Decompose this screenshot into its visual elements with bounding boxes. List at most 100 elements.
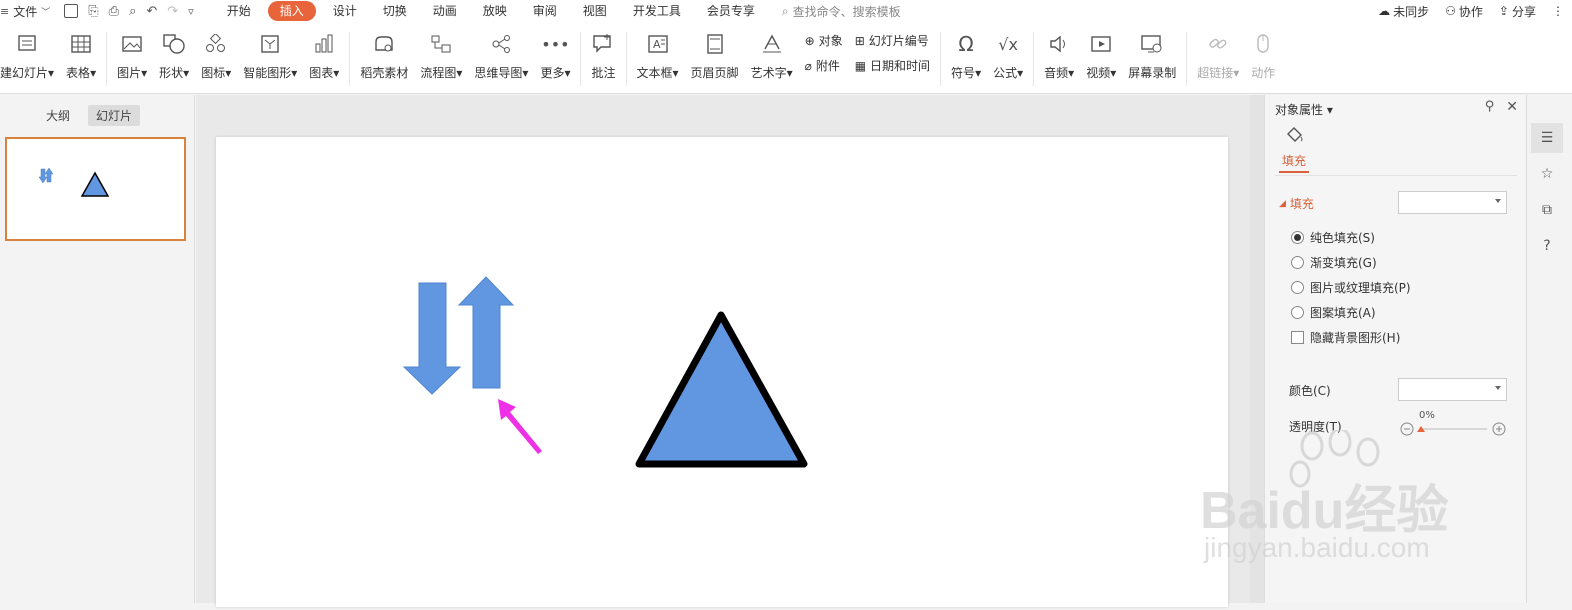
more-button[interactable]: ••• 更多▾	[534, 32, 576, 82]
hyperlink-button[interactable]: 超链接▾	[1191, 32, 1245, 82]
object-button[interactable]: ⊕ 对象	[805, 32, 843, 49]
properties-title[interactable]: 对象属性 ▾	[1275, 101, 1333, 118]
transition-toggle[interactable]: ⧉	[1531, 195, 1563, 225]
tab-insert[interactable]: 插入	[267, 1, 316, 21]
file-menu[interactable]: ≡ 文件 ﹀	[0, 0, 56, 22]
screen-record-button[interactable]: 屏幕录制	[1122, 32, 1182, 82]
tab-review[interactable]: 审阅	[520, 1, 570, 21]
close-icon[interactable]: ✕	[1506, 99, 1518, 115]
animation-toggle[interactable]: ☆	[1531, 159, 1563, 189]
shape-button[interactable]: 形状▾	[153, 32, 195, 82]
smartart-label: 智能图形▾	[243, 66, 298, 80]
vertical-scrollbar[interactable]	[1250, 95, 1264, 603]
sync-status[interactable]: ☁ 未同步	[1378, 3, 1429, 20]
quick-access-toolbar: ⎘ ⎙ ⌕ ↶ ↷ ▿	[56, 0, 201, 22]
picture-fill-option[interactable]: 图片或纹理填充(P)	[1291, 279, 1411, 296]
search-placeholder: 查找命令、搜索模板	[792, 4, 901, 19]
textbox-button[interactable]: A 文本框▾	[631, 32, 685, 82]
gradient-fill-option[interactable]: 渐变填充(G)	[1291, 254, 1377, 271]
attachment-button[interactable]: ⌀ 附件	[805, 57, 843, 74]
hide-background-checkbox[interactable]: 隐藏背景图形(H)	[1291, 329, 1400, 346]
symbol-label: 符号▾	[951, 66, 982, 80]
slide-thumbnail[interactable]	[5, 137, 186, 241]
action-button[interactable]: 动作	[1245, 32, 1281, 82]
tab-outline[interactable]: 大纲	[38, 105, 78, 126]
help-toggle[interactable]: ?	[1531, 231, 1563, 261]
solid-fill-option[interactable]: 纯色填充(S)	[1291, 229, 1375, 246]
chart-button[interactable]: 图表▾	[303, 32, 345, 82]
tab-slideshow[interactable]: 放映	[470, 1, 520, 21]
icons-gallery-icon	[204, 32, 228, 56]
docer-material-button[interactable]: 稻壳素材	[354, 32, 414, 82]
tab-slides[interactable]: 幻灯片	[88, 105, 141, 126]
datetime-button[interactable]: ▦ 日期和时间	[855, 57, 930, 74]
tab-view[interactable]: 视图	[570, 1, 620, 21]
header-footer-label: 页眉页脚	[690, 66, 739, 80]
icon-label: 图标▾	[201, 66, 232, 80]
collab-button[interactable]: ⚇ 协作	[1445, 3, 1483, 20]
new-slide-button[interactable]: 建幻灯片▾	[0, 32, 60, 82]
slide-number-label: 幻灯片编号	[868, 34, 929, 48]
transparency-slider[interactable]	[1399, 415, 1509, 436]
color-picker-dropdown[interactable]	[1398, 378, 1507, 401]
object-properties-pane: 对象属性 ▾ ⚲ ✕ 填充 ◢ 填充 纯色填充(S) 渐变填充(G) 图片或纹理…	[1264, 95, 1526, 603]
smartart-button[interactable]: 智能图形▾	[237, 32, 303, 82]
flowchart-button[interactable]: 流程图▾	[414, 32, 468, 82]
triangle-shape	[635, 311, 808, 468]
mouse-icon	[1251, 32, 1275, 56]
mindmap-icon	[489, 32, 513, 56]
wordart-button[interactable]: 艺术字▾	[745, 32, 799, 82]
pin-icon[interactable]: ⚲	[1485, 99, 1495, 115]
tab-home[interactable]: 开始	[214, 1, 264, 21]
fill-tab[interactable]: 填充	[1279, 125, 1309, 173]
fill-section-header[interactable]: ◢ 填充	[1279, 195, 1314, 212]
print-preview-icon[interactable]: ⌕	[129, 4, 136, 19]
icon-button[interactable]: 图标▾	[195, 32, 237, 82]
material-icon	[372, 32, 396, 56]
object-icon: ⊕	[804, 33, 815, 48]
new-slide-icon	[15, 32, 39, 56]
undo-icon[interactable]: ↶	[146, 4, 157, 19]
slide-number-button[interactable]: ⊞ 幻灯片编号	[855, 32, 930, 49]
comment-icon	[591, 32, 615, 56]
header-footer-button[interactable]: 页眉页脚	[685, 32, 745, 82]
speaker-icon	[1047, 32, 1071, 56]
sync-label: 未同步	[1393, 4, 1430, 19]
more-options-icon[interactable]: ⋮	[1552, 4, 1564, 18]
tab-design[interactable]: 设计	[320, 1, 370, 21]
tab-animation[interactable]: 动画	[420, 1, 470, 21]
tab-member[interactable]: 会员专享	[694, 1, 768, 21]
print-icon[interactable]: ⎙	[109, 4, 119, 19]
ribbon-group-links: 超链接▾ 动作	[1187, 32, 1285, 86]
customize-dropdown-icon[interactable]: ▿	[188, 5, 194, 18]
formula-button[interactable]: √x 公式▾	[987, 32, 1029, 82]
header-footer-icon	[703, 32, 727, 56]
tab-transition[interactable]: 切换	[370, 1, 420, 21]
flowchart-icon	[429, 32, 453, 56]
picture-label: 图片▾	[117, 66, 148, 80]
redo-icon[interactable]: ↷	[167, 4, 178, 19]
picture-fill-label: 图片或纹理填充(P)	[1310, 281, 1411, 295]
comment-button[interactable]: 批注	[585, 32, 621, 82]
video-button[interactable]: 视频▾	[1080, 32, 1122, 82]
picture-button[interactable]: 图片▾	[111, 32, 153, 82]
format-painter-icon[interactable]: ⎘	[88, 4, 98, 19]
tab-developer[interactable]: 开发工具	[620, 1, 694, 21]
pattern-fill-option[interactable]: 图案填充(A)	[1291, 304, 1376, 321]
properties-toggle[interactable]: ☰	[1531, 123, 1563, 153]
audio-button[interactable]: 音频▾	[1038, 32, 1080, 82]
divider	[1275, 175, 1517, 176]
mindmap-button[interactable]: 思维导图▾	[468, 32, 534, 82]
share-button[interactable]: ⇪ 分享	[1499, 3, 1536, 20]
symbol-button[interactable]: Ω 符号▾	[945, 32, 987, 82]
table-button[interactable]: 表格▾	[60, 32, 102, 82]
fill-preset-dropdown[interactable]	[1398, 191, 1507, 214]
video-label: 视频▾	[1086, 66, 1117, 80]
action-label: 动作	[1251, 66, 1276, 80]
command-search[interactable]: ⌕ 查找命令、搜索模板	[782, 3, 901, 20]
checkbox	[1291, 331, 1304, 344]
cloud-icon: ☁	[1378, 4, 1391, 18]
slide-canvas[interactable]	[216, 137, 1228, 607]
save-icon[interactable]	[64, 4, 79, 18]
picture-icon	[120, 32, 144, 56]
